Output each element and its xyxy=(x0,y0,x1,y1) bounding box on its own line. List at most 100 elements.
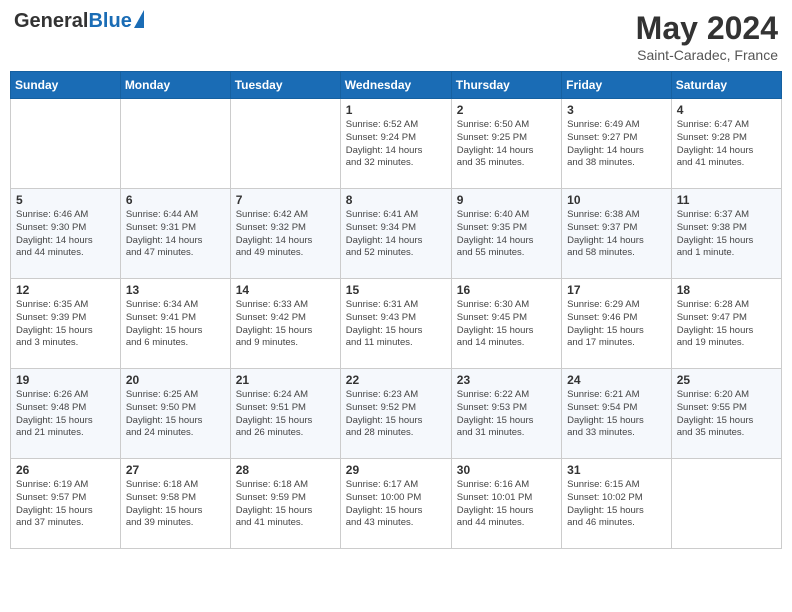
day-info: Sunrise: 6:31 AM Sunset: 9:43 PM Dayligh… xyxy=(346,299,446,350)
day-number: 24 xyxy=(567,373,666,387)
day-number: 18 xyxy=(677,283,776,297)
calendar-header-wednesday: Wednesday xyxy=(340,72,451,99)
calendar-cell: 20 Sunrise: 6:25 AM Sunset: 9:50 PM Dayli… xyxy=(120,369,230,459)
calendar-cell: 31 Sunrise: 6:15 AM Sunset: 10:02 PM Dayl… xyxy=(562,459,672,549)
day-number: 7 xyxy=(236,193,335,207)
calendar-cell: 13 Sunrise: 6:34 AM Sunset: 9:41 PM Dayli… xyxy=(120,279,230,369)
day-info: Sunrise: 6:42 AM Sunset: 9:32 PM Dayligh… xyxy=(236,209,335,260)
calendar-week-row: 1 Sunrise: 6:52 AM Sunset: 9:24 PM Daylig… xyxy=(11,99,782,189)
calendar-cell: 18 Sunrise: 6:28 AM Sunset: 9:47 PM Dayli… xyxy=(671,279,781,369)
day-info: Sunrise: 6:34 AM Sunset: 9:41 PM Dayligh… xyxy=(126,299,225,350)
day-number: 2 xyxy=(457,103,556,117)
logo: GeneralBlue xyxy=(14,10,144,32)
day-number: 13 xyxy=(126,283,225,297)
day-number: 3 xyxy=(567,103,666,117)
day-number: 4 xyxy=(677,103,776,117)
day-number: 28 xyxy=(236,463,335,477)
day-number: 19 xyxy=(16,373,115,387)
day-number: 16 xyxy=(457,283,556,297)
day-number: 5 xyxy=(16,193,115,207)
day-number: 11 xyxy=(677,193,776,207)
day-number: 27 xyxy=(126,463,225,477)
day-number: 17 xyxy=(567,283,666,297)
calendar-cell: 29Sunrise: 6:17 AM Sunset: 10:00 PM Dayl… xyxy=(340,459,451,549)
day-info: Sunrise: 6:20 AM Sunset: 9:55 PM Dayligh… xyxy=(677,389,776,440)
day-number: 26 xyxy=(16,463,115,477)
calendar-cell xyxy=(671,459,781,549)
day-info: Sunrise: 6:49 AM Sunset: 9:27 PM Dayligh… xyxy=(567,119,666,170)
day-number: 25 xyxy=(677,373,776,387)
calendar-cell: 15 Sunrise: 6:31 AM Sunset: 9:43 PM Dayli… xyxy=(340,279,451,369)
page-header: GeneralBlue May 2024 Saint-Caradec, Fran… xyxy=(10,10,782,63)
day-info: Sunrise: 6:44 AM Sunset: 9:31 PM Dayligh… xyxy=(126,209,225,260)
day-number: 6 xyxy=(126,193,225,207)
month-title: May 2024 xyxy=(636,10,778,47)
day-info: Sunrise: 6:15 AM Sunset: 10:02 PM Daylig… xyxy=(567,479,666,530)
calendar-week-row: 26Sunrise: 6:19 AM Sunset: 9:57 PM Dayli… xyxy=(11,459,782,549)
calendar-header-sunday: Sunday xyxy=(11,72,121,99)
day-info: Sunrise: 6:18 AM Sunset: 9:59 PM Dayligh… xyxy=(236,479,335,530)
calendar-cell: 11Sunrise: 6:37 AM Sunset: 9:38 PM Dayli… xyxy=(671,189,781,279)
day-number: 31 xyxy=(567,463,666,477)
calendar-cell: 7 Sunrise: 6:42 AM Sunset: 9:32 PM Daylig… xyxy=(230,189,340,279)
day-number: 1 xyxy=(346,103,446,117)
day-info: Sunrise: 6:24 AM Sunset: 9:51 PM Dayligh… xyxy=(236,389,335,440)
calendar-cell: 3 Sunrise: 6:49 AM Sunset: 9:27 PM Daylig… xyxy=(562,99,672,189)
calendar-week-row: 5 Sunrise: 6:46 AM Sunset: 9:30 PM Daylig… xyxy=(11,189,782,279)
calendar-header-saturday: Saturday xyxy=(671,72,781,99)
day-info: Sunrise: 6:35 AM Sunset: 9:39 PM Dayligh… xyxy=(16,299,115,350)
calendar-cell xyxy=(11,99,121,189)
logo-text: GeneralBlue xyxy=(14,10,132,32)
day-info: Sunrise: 6:25 AM Sunset: 9:50 PM Dayligh… xyxy=(126,389,225,440)
day-number: 23 xyxy=(457,373,556,387)
day-number: 9 xyxy=(457,193,556,207)
calendar-cell: 4 Sunrise: 6:47 AM Sunset: 9:28 PM Daylig… xyxy=(671,99,781,189)
day-info: Sunrise: 6:41 AM Sunset: 9:34 PM Dayligh… xyxy=(346,209,446,260)
calendar-table: SundayMondayTuesdayWednesdayThursdayFrid… xyxy=(10,71,782,549)
calendar-cell: 22 Sunrise: 6:23 AM Sunset: 9:52 PM Dayli… xyxy=(340,369,451,459)
day-number: 10 xyxy=(567,193,666,207)
calendar-cell: 17 Sunrise: 6:29 AM Sunset: 9:46 PM Dayli… xyxy=(562,279,672,369)
day-number: 14 xyxy=(236,283,335,297)
day-info: Sunrise: 6:52 AM Sunset: 9:24 PM Dayligh… xyxy=(346,119,446,170)
day-info: Sunrise: 6:28 AM Sunset: 9:47 PM Dayligh… xyxy=(677,299,776,350)
calendar-cell xyxy=(230,99,340,189)
day-number: 12 xyxy=(16,283,115,297)
day-info: Sunrise: 6:29 AM Sunset: 9:46 PM Dayligh… xyxy=(567,299,666,350)
location-title: Saint-Caradec, France xyxy=(636,47,778,63)
calendar-cell xyxy=(120,99,230,189)
day-info: Sunrise: 6:22 AM Sunset: 9:53 PM Dayligh… xyxy=(457,389,556,440)
calendar-cell: 8 Sunrise: 6:41 AM Sunset: 9:34 PM Daylig… xyxy=(340,189,451,279)
day-number: 20 xyxy=(126,373,225,387)
calendar-week-row: 12 Sunrise: 6:35 AM Sunset: 9:39 PM Dayli… xyxy=(11,279,782,369)
day-info: Sunrise: 6:23 AM Sunset: 9:52 PM Dayligh… xyxy=(346,389,446,440)
day-info: Sunrise: 6:50 AM Sunset: 9:25 PM Dayligh… xyxy=(457,119,556,170)
calendar-cell: 16 Sunrise: 6:30 AM Sunset: 9:45 PM Dayli… xyxy=(451,279,561,369)
calendar-header-monday: Monday xyxy=(120,72,230,99)
title-block: May 2024 Saint-Caradec, France xyxy=(636,10,778,63)
calendar-cell: 28 Sunrise: 6:18 AM Sunset: 9:59 PM Dayli… xyxy=(230,459,340,549)
calendar-cell: 24Sunrise: 6:21 AM Sunset: 9:54 PM Dayli… xyxy=(562,369,672,459)
day-info: Sunrise: 6:26 AM Sunset: 9:48 PM Dayligh… xyxy=(16,389,115,440)
calendar-cell: 12 Sunrise: 6:35 AM Sunset: 9:39 PM Dayli… xyxy=(11,279,121,369)
calendar-cell: 9Sunrise: 6:40 AM Sunset: 9:35 PM Daylig… xyxy=(451,189,561,279)
day-number: 21 xyxy=(236,373,335,387)
day-number: 15 xyxy=(346,283,446,297)
day-info: Sunrise: 6:18 AM Sunset: 9:58 PM Dayligh… xyxy=(126,479,225,530)
calendar-week-row: 19 Sunrise: 6:26 AM Sunset: 9:48 PM Dayli… xyxy=(11,369,782,459)
calendar-header-row: SundayMondayTuesdayWednesdayThursdayFrid… xyxy=(11,72,782,99)
day-number: 8 xyxy=(346,193,446,207)
day-info: Sunrise: 6:46 AM Sunset: 9:30 PM Dayligh… xyxy=(16,209,115,260)
day-info: Sunrise: 6:38 AM Sunset: 9:37 PM Dayligh… xyxy=(567,209,666,260)
day-number: 22 xyxy=(346,373,446,387)
day-number: 30 xyxy=(457,463,556,477)
calendar-cell: 19 Sunrise: 6:26 AM Sunset: 9:48 PM Dayli… xyxy=(11,369,121,459)
calendar-cell: 27 Sunrise: 6:18 AM Sunset: 9:58 PM Dayli… xyxy=(120,459,230,549)
calendar-cell: 5 Sunrise: 6:46 AM Sunset: 9:30 PM Daylig… xyxy=(11,189,121,279)
day-info: Sunrise: 6:47 AM Sunset: 9:28 PM Dayligh… xyxy=(677,119,776,170)
calendar-header-tuesday: Tuesday xyxy=(230,72,340,99)
calendar-cell: 6 Sunrise: 6:44 AM Sunset: 9:31 PM Daylig… xyxy=(120,189,230,279)
calendar-cell: 2 Sunrise: 6:50 AM Sunset: 9:25 PM Daylig… xyxy=(451,99,561,189)
day-info: Sunrise: 6:33 AM Sunset: 9:42 PM Dayligh… xyxy=(236,299,335,350)
day-info: Sunrise: 6:30 AM Sunset: 9:45 PM Dayligh… xyxy=(457,299,556,350)
